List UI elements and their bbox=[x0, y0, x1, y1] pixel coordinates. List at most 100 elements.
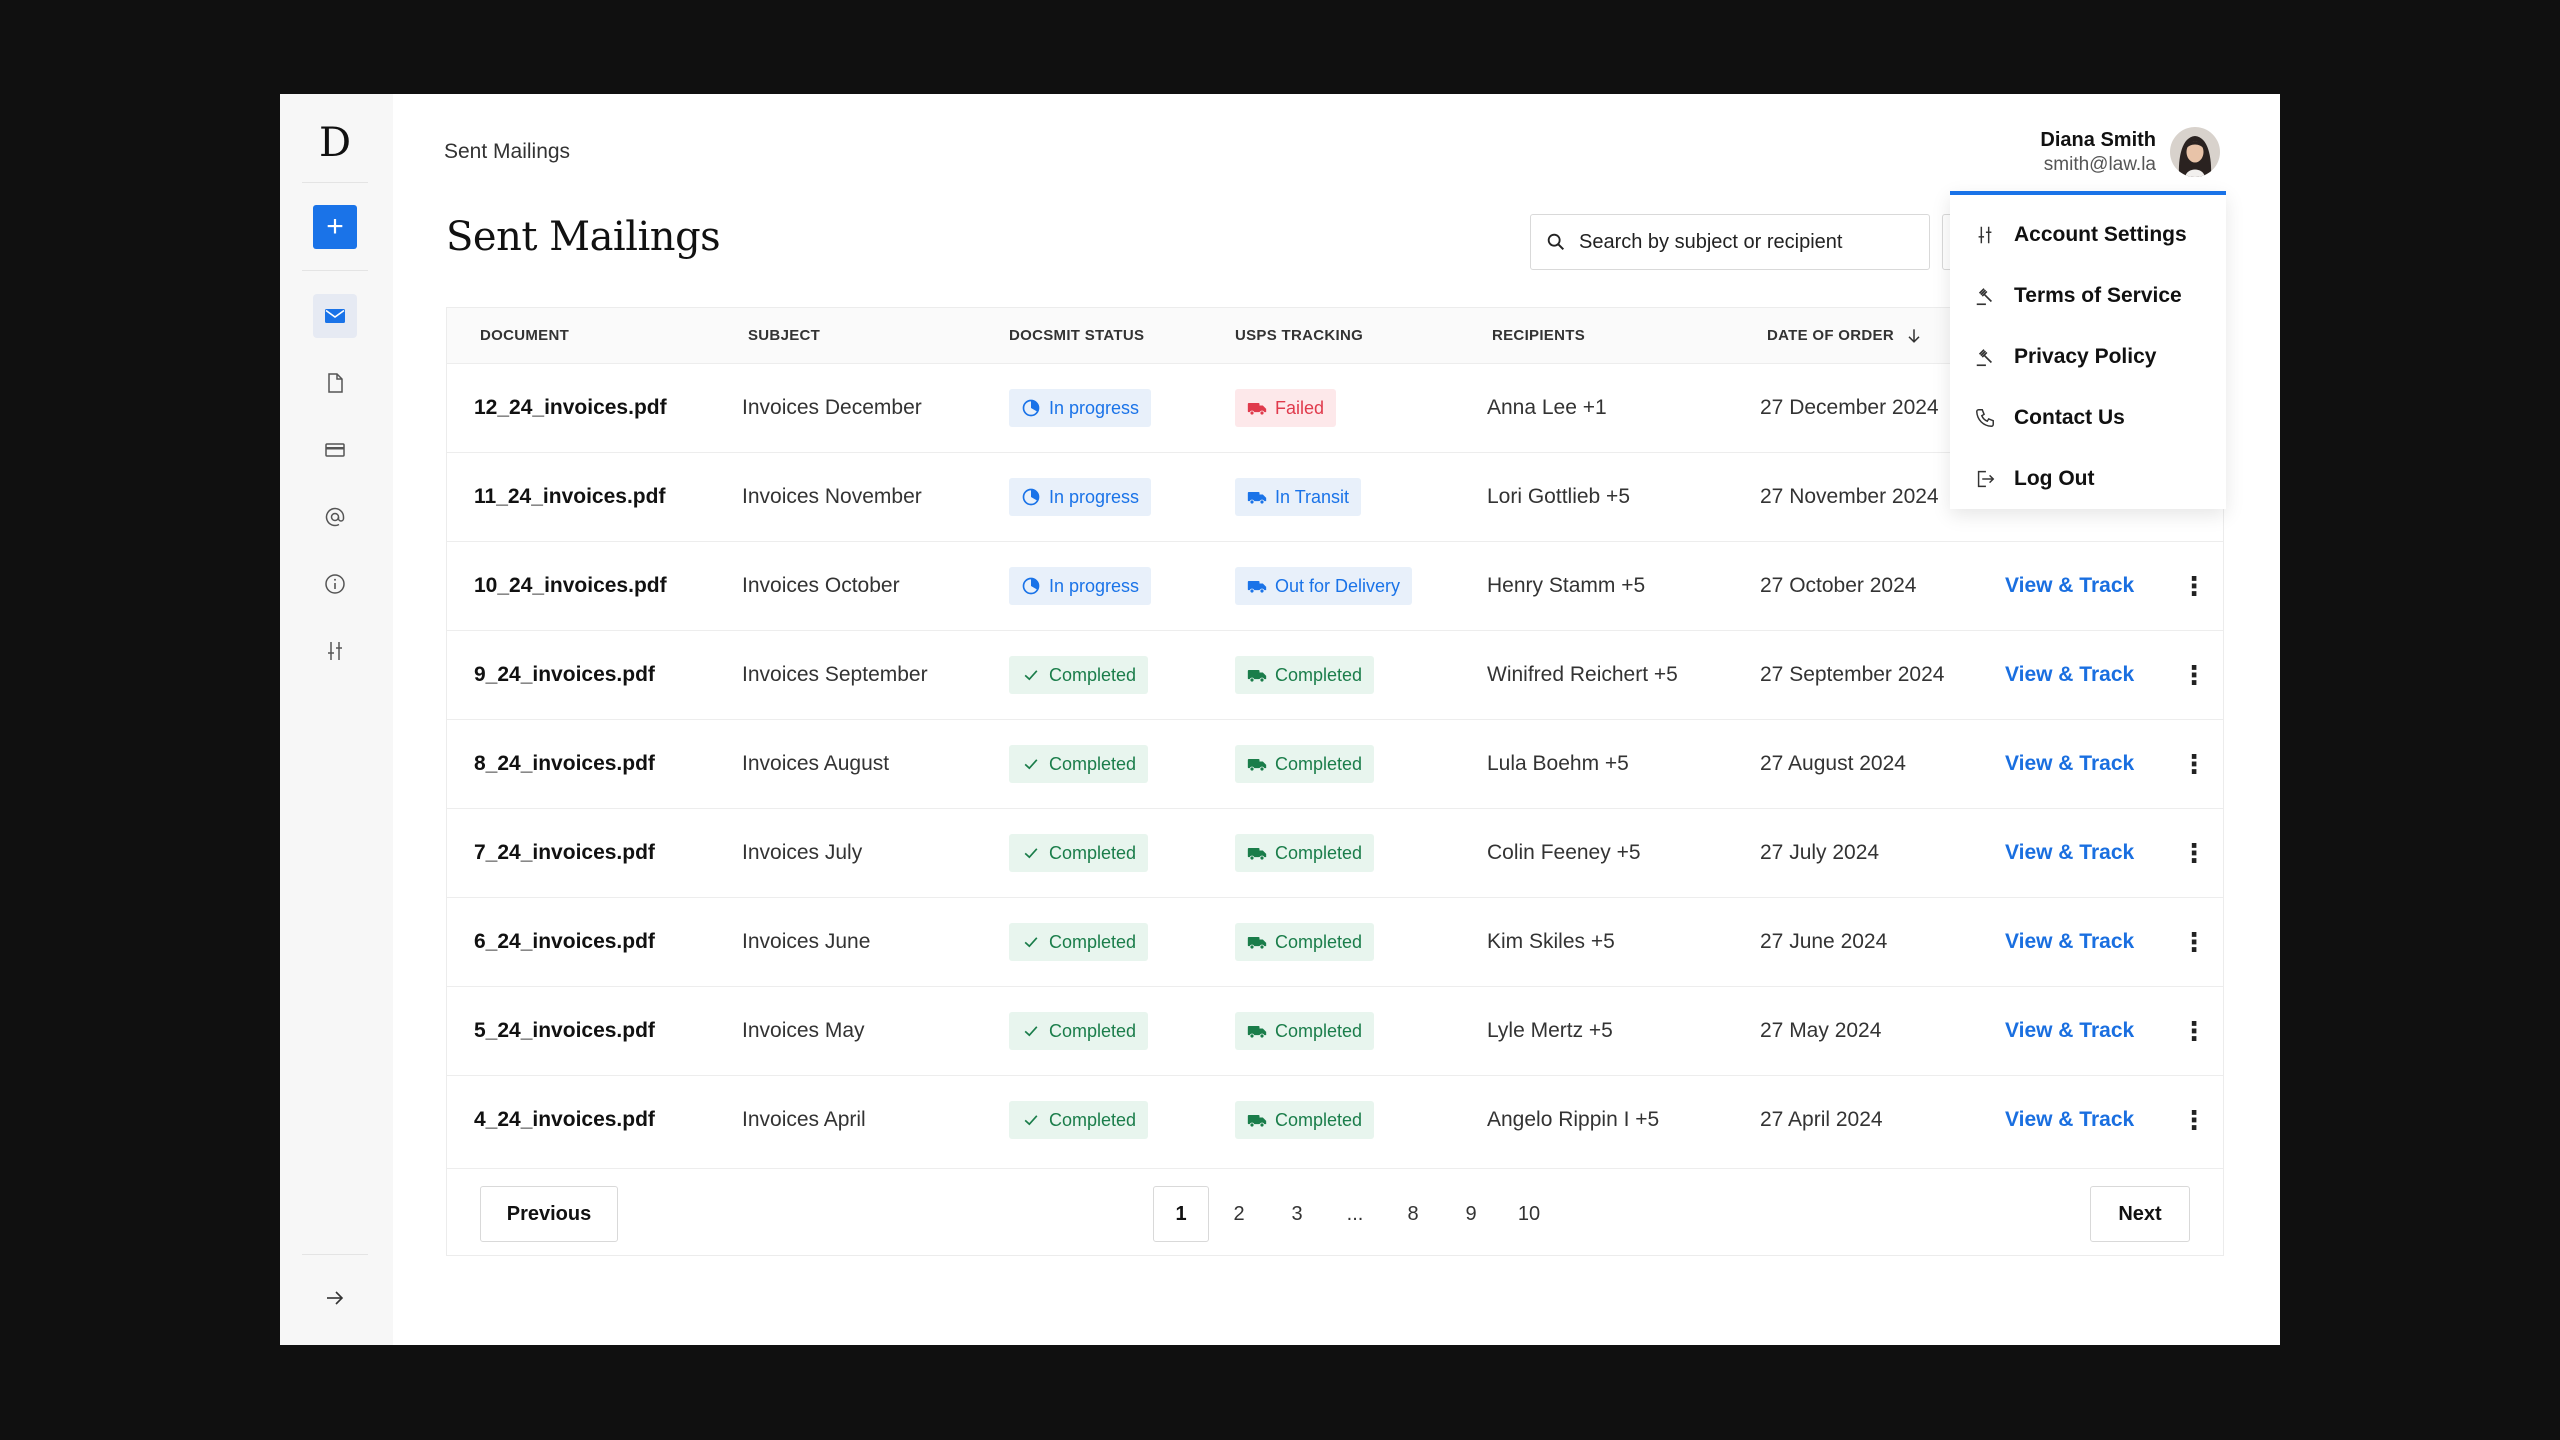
docsmit-status-label: Completed bbox=[1049, 1109, 1137, 1130]
breadcrumb[interactable]: Sent Mailings bbox=[444, 140, 570, 164]
check-icon bbox=[1024, 937, 1038, 948]
date-of-order: 27 December 2024 bbox=[1760, 396, 1939, 419]
user-name: Diana Smith bbox=[2040, 128, 2156, 151]
recipients: Lyle Mertz +5 bbox=[1487, 1019, 1613, 1042]
view-track-link[interactable]: View & Track bbox=[2005, 898, 2134, 986]
document-name[interactable]: 6_24_invoices.pdf bbox=[474, 898, 655, 986]
usps-tracking-cell: Out for Delivery bbox=[1235, 542, 1413, 630]
docsmit-status-cell: Completed bbox=[1009, 720, 1149, 808]
table-row[interactable]: 9_24_invoices.pdf Invoices September Compl… bbox=[447, 630, 2223, 719]
docsmit-status-label: Completed bbox=[1049, 931, 1137, 952]
table-row[interactable]: 10_24_invoices.pdf Invoices October In pro… bbox=[447, 541, 2223, 630]
menu-item-privacy-policy[interactable]: Privacy Policy bbox=[1950, 327, 2226, 387]
docsmit-status-label: Completed bbox=[1049, 842, 1137, 863]
view-track-link[interactable]: View & Track bbox=[2005, 1076, 2134, 1164]
user-profile[interactable]: Diana Smith smith@law.la bbox=[2040, 127, 2220, 177]
subject: Invoices November bbox=[742, 485, 922, 508]
recipients: Angelo Rippin I +5 bbox=[1487, 1108, 1660, 1131]
sidebar-item-settings[interactable] bbox=[313, 629, 357, 673]
truck-icon bbox=[1247, 848, 1267, 861]
docsmit-status-label: Completed bbox=[1049, 1020, 1137, 1041]
recipients: Anna Lee +1 bbox=[1487, 396, 1607, 419]
menu-item-label: Contact Us bbox=[2014, 406, 2125, 429]
gavel-icon bbox=[1976, 288, 1993, 306]
row-more-options-icon[interactable]: ⋮ bbox=[2181, 809, 2207, 897]
user-email: smith@law.la bbox=[2043, 153, 2156, 175]
table-row[interactable]: 5_24_invoices.pdf Invoices May Completed Co… bbox=[447, 986, 2223, 1075]
document-name[interactable]: 12_24_invoices.pdf bbox=[474, 364, 667, 452]
page-number-button[interactable]: 9 bbox=[1443, 1186, 1499, 1242]
document-name[interactable]: 11_24_invoices.pdf bbox=[474, 453, 665, 541]
usps-tracking-cell: Completed bbox=[1235, 987, 1375, 1075]
row-more-options-icon[interactable]: ⋮ bbox=[2181, 1076, 2207, 1164]
mail-icon bbox=[325, 309, 345, 323]
view-track-link[interactable]: View & Track bbox=[2005, 542, 2134, 630]
page-number-button[interactable]: 10 bbox=[1501, 1186, 1557, 1242]
row-more-options-icon[interactable]: ⋮ bbox=[2181, 542, 2207, 630]
at-icon bbox=[325, 507, 345, 527]
document-name[interactable]: 8_24_invoices.pdf bbox=[474, 720, 655, 808]
page-number-button[interactable]: 3 bbox=[1269, 1186, 1325, 1242]
table-row[interactable]: 7_24_invoices.pdf Invoices July Completed C… bbox=[447, 808, 2223, 897]
search-input[interactable] bbox=[1579, 230, 1909, 254]
user-info: Diana Smith smith@law.la bbox=[2040, 129, 2156, 176]
document-name[interactable]: 10_24_invoices.pdf bbox=[474, 542, 667, 630]
sidebar-item-mail[interactable] bbox=[313, 294, 357, 338]
table-row[interactable]: 8_24_invoices.pdf Invoices August Complete… bbox=[447, 719, 2223, 808]
table-row[interactable]: 4_24_invoices.pdf Invoices April Completed… bbox=[447, 1075, 2223, 1164]
search-box[interactable] bbox=[1530, 214, 1930, 270]
progress-icon bbox=[1022, 399, 1040, 417]
sidebar-item-contacts[interactable] bbox=[313, 495, 357, 539]
sidebar-item-documents[interactable] bbox=[313, 361, 357, 405]
menu-item-log-out[interactable]: Log Out bbox=[1950, 449, 2226, 509]
docsmit-status-badge: Completed bbox=[1009, 656, 1149, 694]
app-window: D + Sent Mailings Sent Mailings Search b… bbox=[280, 94, 2280, 1345]
collapse-sidebar-button[interactable] bbox=[313, 1276, 357, 1320]
docsmit-status-badge: Completed bbox=[1009, 1101, 1149, 1139]
next-page-button[interactable]: Next bbox=[2090, 1186, 2190, 1242]
docsmit-status-badge: Completed bbox=[1009, 834, 1149, 872]
usps-tracking-badge: Out for Delivery bbox=[1235, 567, 1413, 605]
usps-tracking-badge: Completed bbox=[1235, 1101, 1375, 1139]
page-number-button[interactable]: 1 bbox=[1153, 1186, 1209, 1242]
row-more-options-icon[interactable]: ⋮ bbox=[2181, 631, 2207, 719]
previous-page-button[interactable]: Previous bbox=[480, 1186, 618, 1242]
document-name[interactable]: 5_24_invoices.pdf bbox=[474, 987, 655, 1075]
date-of-order: 27 October 2024 bbox=[1760, 574, 1917, 597]
row-more-options-icon[interactable]: ⋮ bbox=[2181, 898, 2207, 986]
row-more-options-icon[interactable]: ⋮ bbox=[2181, 987, 2207, 1075]
docsmit-status-cell: Completed bbox=[1009, 1076, 1149, 1164]
subject: Invoices September bbox=[742, 663, 928, 686]
sidebar-item-billing[interactable] bbox=[313, 428, 357, 472]
subject: Invoices August bbox=[742, 752, 890, 775]
document-name[interactable]: 9_24_invoices.pdf bbox=[474, 631, 655, 719]
menu-item-contact-us[interactable]: Contact Us bbox=[1950, 388, 2226, 448]
page-title: Sent Mailings bbox=[446, 214, 721, 260]
view-track-link[interactable]: View & Track bbox=[2005, 720, 2134, 808]
page-number-button[interactable]: 8 bbox=[1385, 1186, 1441, 1242]
new-mailing-button[interactable]: + bbox=[313, 205, 357, 249]
subject: Invoices June bbox=[742, 930, 871, 953]
sidebar-item-info[interactable] bbox=[313, 562, 357, 606]
table-row[interactable]: 6_24_invoices.pdf Invoices June Completed C… bbox=[447, 897, 2223, 986]
row-more-options-icon[interactable]: ⋮ bbox=[2181, 720, 2207, 808]
document-name[interactable]: 4_24_invoices.pdf bbox=[474, 1076, 655, 1164]
menu-item-account-settings[interactable]: Account Settings bbox=[1950, 205, 2226, 265]
page-number-button[interactable]: 2 bbox=[1211, 1186, 1267, 1242]
view-track-link[interactable]: View & Track bbox=[2005, 809, 2134, 897]
docsmit-status-badge: In progress bbox=[1009, 478, 1152, 516]
menu-item-label: Log Out bbox=[2014, 467, 2095, 490]
usps-tracking-cell: Completed bbox=[1235, 898, 1375, 986]
usps-tracking-label: Out for Delivery bbox=[1275, 575, 1401, 596]
column-header-date-of-order[interactable]: DATE OF ORDER bbox=[1767, 308, 1924, 363]
avatar[interactable] bbox=[2170, 127, 2220, 177]
menu-item-terms-of-service[interactable]: Terms of Service bbox=[1950, 266, 2226, 326]
sliders-icon bbox=[1978, 226, 1992, 244]
view-track-link[interactable]: View & Track bbox=[2005, 631, 2134, 719]
document-name[interactable]: 7_24_invoices.pdf bbox=[474, 809, 655, 897]
usps-tracking-label: Completed bbox=[1275, 931, 1363, 952]
view-track-link[interactable]: View & Track bbox=[2005, 987, 2134, 1075]
usps-tracking-badge: Completed bbox=[1235, 745, 1375, 783]
usps-tracking-badge: Completed bbox=[1235, 923, 1375, 961]
docsmit-status-badge: Completed bbox=[1009, 923, 1149, 961]
